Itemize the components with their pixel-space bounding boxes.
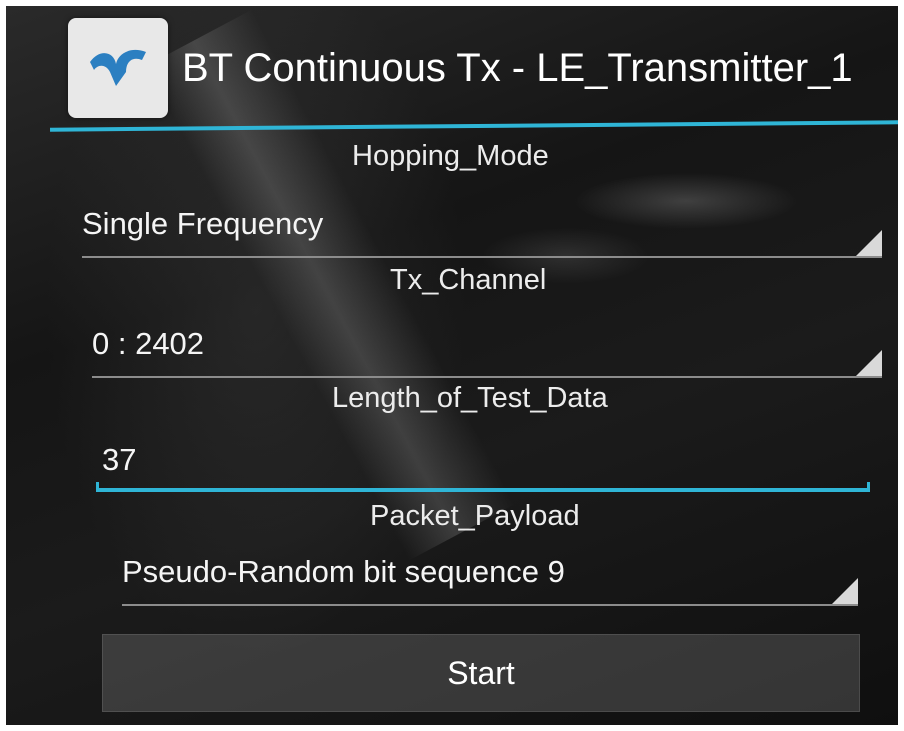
hopping-mode-spinner[interactable]: Single Frequency bbox=[82, 192, 882, 262]
hopping-mode-label: Hopping_Mode bbox=[352, 140, 549, 172]
input-underline-right-tick bbox=[867, 482, 870, 492]
dropdown-arrow-icon bbox=[856, 230, 882, 256]
hopping-mode-underline bbox=[82, 256, 882, 258]
packet-payload-underline bbox=[122, 604, 858, 606]
packet-payload-value: Pseudo-Random bit sequence 9 bbox=[122, 554, 565, 589]
tx-channel-label: Tx_Channel bbox=[390, 264, 547, 296]
title-divider bbox=[49, 120, 898, 132]
window-title: BT Continuous Tx - LE_Transmitter_1 bbox=[182, 46, 853, 90]
length-of-test-data-input[interactable]: 37 bbox=[96, 436, 870, 496]
hopping-mode-value: Single Frequency bbox=[82, 206, 324, 241]
length-of-test-data-value: 37 bbox=[102, 442, 137, 477]
title-bar: BT Continuous Tx - LE_Transmitter_1 bbox=[6, 6, 898, 132]
bluetooth-app-icon bbox=[68, 18, 168, 118]
start-button[interactable]: Start bbox=[102, 634, 860, 712]
tx-channel-value: 0 : 2402 bbox=[92, 326, 205, 361]
packet-payload-label: Packet_Payload bbox=[370, 500, 580, 532]
packet-payload-spinner[interactable]: Pseudo-Random bit sequence 9 bbox=[122, 540, 858, 610]
dropdown-arrow-icon bbox=[832, 578, 858, 604]
start-button-label: Start bbox=[447, 655, 515, 691]
length-of-test-data-label: Length_of_Test_Data bbox=[332, 382, 608, 414]
input-underline-left-tick bbox=[96, 482, 99, 492]
tx-channel-underline bbox=[92, 376, 882, 378]
tx-channel-spinner[interactable]: 0 : 2402 bbox=[92, 312, 882, 382]
device-screen: BT Continuous Tx - LE_Transmitter_1 Hopp… bbox=[6, 6, 898, 725]
input-underline bbox=[96, 488, 870, 492]
dropdown-arrow-icon bbox=[856, 350, 882, 376]
